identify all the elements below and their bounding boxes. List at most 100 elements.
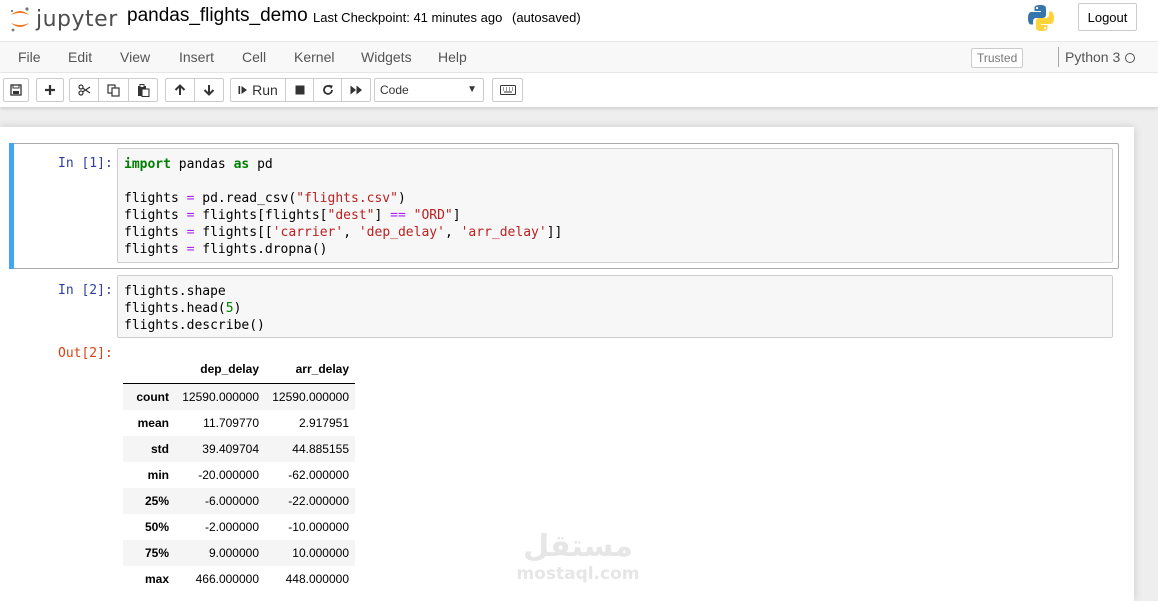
toolbar: Run Code ▼ — [0, 73, 1158, 107]
cell-type-value: Code — [380, 83, 409, 97]
menu-cell[interactable]: Cell — [242, 49, 266, 65]
table-cell: -20.000000 — [198, 468, 259, 482]
code-token: pd — [249, 157, 273, 172]
row-index: mean — [137, 416, 169, 430]
dataframe-table: dep_delay arr_delay count 12590.000000 125… — [123, 355, 355, 592]
table-cell: -22.000000 — [288, 494, 349, 508]
notebook-name[interactable]: pandas_flights_demo — [127, 5, 308, 27]
code-line: import pandas as pd — [124, 156, 1112, 173]
row-index: 50% — [144, 520, 169, 534]
code-token: 'carrier' — [272, 225, 344, 240]
table-cell: 10.000000 — [292, 546, 349, 560]
code-token: pd.read_csv( — [194, 191, 297, 206]
code-token: "ORD" — [413, 208, 453, 223]
table-row: min -20.000000 -62.000000 — [123, 462, 355, 488]
fast-forward-icon — [350, 85, 362, 95]
table-row: count 12590.000000 12590.000000 — [123, 383, 355, 410]
menu-edit[interactable]: Edit — [68, 49, 92, 65]
insert-cell-button[interactable] — [36, 78, 64, 102]
menu-file[interactable]: File — [18, 49, 41, 65]
code-token: flights — [124, 191, 187, 206]
table-cell: 9.000000 — [208, 546, 259, 560]
code-line: flights.describe() — [124, 317, 1112, 334]
table-cell: 12590.000000 — [272, 390, 349, 404]
code-line: flights = flights[flights["dest"] == "OR… — [124, 207, 1112, 224]
row-index: count — [136, 390, 169, 404]
cell-type-select[interactable]: Code ▼ — [374, 78, 484, 102]
cut-button[interactable] — [69, 78, 99, 102]
logout-button[interactable]: Logout — [1078, 3, 1137, 31]
code-token: flights.describe() — [124, 318, 265, 333]
index-header — [123, 355, 175, 384]
code-token: flights[[ — [194, 225, 273, 240]
row-index: std — [151, 442, 169, 456]
restart-button[interactable] — [313, 78, 342, 102]
paste-icon — [137, 83, 150, 97]
move-down-button[interactable] — [194, 78, 224, 102]
code-token: ] — [452, 208, 461, 223]
table-cell: -6.000000 — [204, 494, 259, 508]
menu-widgets[interactable]: Widgets — [361, 49, 412, 65]
watermark-logo: مستقل mostaql.com — [508, 530, 648, 588]
table-cell: 39.409704 — [202, 442, 259, 456]
plus-icon — [45, 85, 55, 95]
trusted-indicator[interactable]: Trusted — [971, 48, 1024, 68]
table-cell: 448.000000 — [285, 572, 349, 586]
table-cell: -2.000000 — [204, 520, 259, 534]
logo-text: jupyter — [36, 6, 118, 32]
move-up-button[interactable] — [165, 78, 195, 102]
table-cell: 11.709770 — [203, 416, 259, 430]
code-token: flights — [124, 242, 187, 257]
checkpoint-status: Last Checkpoint: 41 minutes ago — [313, 10, 503, 25]
save-button[interactable] — [3, 78, 29, 102]
jupyter-logo[interactable]: jupyter — [8, 4, 118, 34]
python-logo-icon — [1028, 5, 1054, 31]
code-token: flights.shape — [124, 284, 226, 299]
code-token: flights — [124, 208, 187, 223]
run-button[interactable]: Run — [230, 78, 286, 102]
row-index: 75% — [144, 546, 169, 560]
step-forward-icon — [238, 86, 248, 94]
restart-run-all-button[interactable] — [341, 78, 371, 102]
table-row: std 39.409704 44.885155 — [123, 436, 355, 462]
code-line: flights = pd.read_csv("flights.csv") — [124, 190, 1112, 207]
autosave-status: (autosaved) — [512, 10, 581, 25]
dropdown-arrow-icon: ▼ — [467, 84, 477, 95]
code-token: import — [124, 157, 171, 172]
selected-cell-marker — [9, 143, 14, 269]
code-token: flights.head( — [124, 301, 226, 316]
copy-button[interactable] — [98, 78, 129, 102]
header: jupyter pandas_flights_demo Last Checkpo… — [0, 0, 1158, 41]
code-input-area[interactable]: flights.shape flights.head(5) flights.desc… — [117, 275, 1113, 338]
paste-button[interactable] — [128, 78, 158, 102]
table-row: max 466.000000 448.000000 — [123, 566, 355, 592]
menu-insert[interactable]: Insert — [179, 49, 214, 65]
row-index: max — [144, 572, 169, 586]
column-header: dep_delay — [175, 355, 265, 384]
menu-kernel[interactable]: Kernel — [294, 49, 334, 65]
command-palette-button[interactable] — [492, 78, 523, 102]
code-token: == — [390, 208, 406, 223]
copy-icon — [107, 83, 120, 97]
code-input-area[interactable]: import pandas as pd flights = pd.read_csv… — [117, 148, 1113, 263]
code-token: ] — [374, 208, 391, 223]
table-row: 50% -2.000000 -10.000000 — [123, 514, 355, 540]
column-header: arr_delay — [265, 355, 355, 384]
table-cell: 12590.000000 — [182, 390, 259, 404]
code-token: 'arr_delay' — [460, 225, 547, 240]
table-row: mean 11.709770 2.917951 — [123, 410, 355, 436]
table-row: 75% 9.000000 10.000000 — [123, 540, 355, 566]
output-prompt: Out[2]: — [58, 346, 113, 361]
code-token: , — [343, 225, 359, 240]
watermark-latin: mostaql.com — [516, 564, 640, 584]
code-token: "flights.csv" — [296, 191, 398, 206]
arrow-up-icon — [174, 84, 186, 95]
menu-view[interactable]: View — [120, 49, 150, 65]
code-line: flights = flights[['carrier', 'dep_delay… — [124, 224, 1112, 241]
code-token: , — [444, 225, 461, 240]
menu-help[interactable]: Help — [438, 49, 467, 65]
code-token: flights.dropna() — [194, 242, 328, 257]
interrupt-button[interactable] — [285, 78, 314, 102]
